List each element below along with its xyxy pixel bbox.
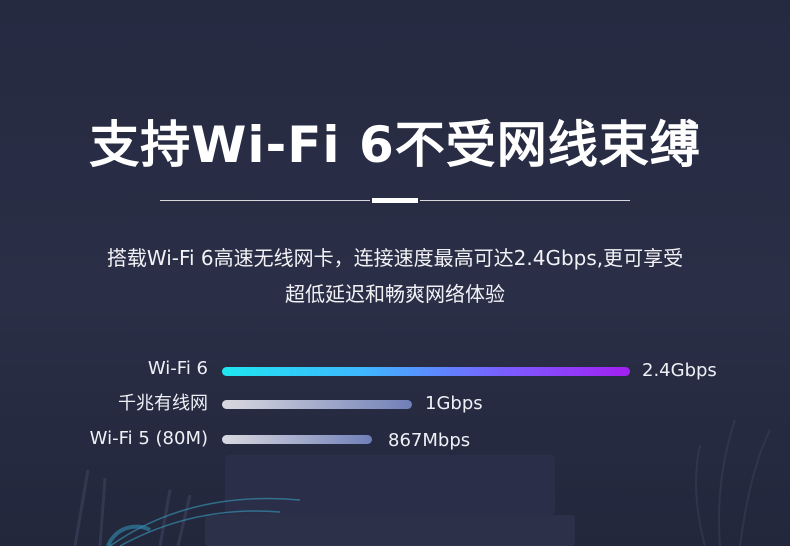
speed-value-wifi5: 867Mbps — [388, 430, 471, 451]
speed-bar-gigabit — [222, 400, 412, 409]
speed-bar-wifi6 — [222, 367, 630, 376]
speed-value-wifi6: 2.4Gbps — [642, 360, 717, 381]
speed-label-wifi6: Wi-Fi 6 — [147, 358, 208, 379]
speed-label-wifi5: Wi-Fi 5 (80M) — [89, 428, 208, 449]
speed-value-gigabit: 1Gbps — [425, 393, 483, 414]
subtitle: 搭载Wi-Fi 6高速无线网卡，连接速度最高可达2.4Gbps,更可享受 超低延… — [20, 240, 770, 312]
subtitle-line-2: 超低延迟和畅爽网络体验 — [285, 282, 505, 306]
divider-right — [420, 200, 630, 201]
divider-left — [160, 200, 370, 201]
divider-accent — [372, 198, 418, 203]
subtitle-line-1: 搭载Wi-Fi 6高速无线网卡，连接速度最高可达2.4Gbps,更可享受 — [106, 246, 684, 270]
speed-label-gigabit: 千兆有线网 — [118, 393, 208, 414]
headline: 支持Wi-Fi 6不受网线束缚 — [89, 116, 701, 174]
speed-bar-wifi5 — [222, 435, 372, 444]
